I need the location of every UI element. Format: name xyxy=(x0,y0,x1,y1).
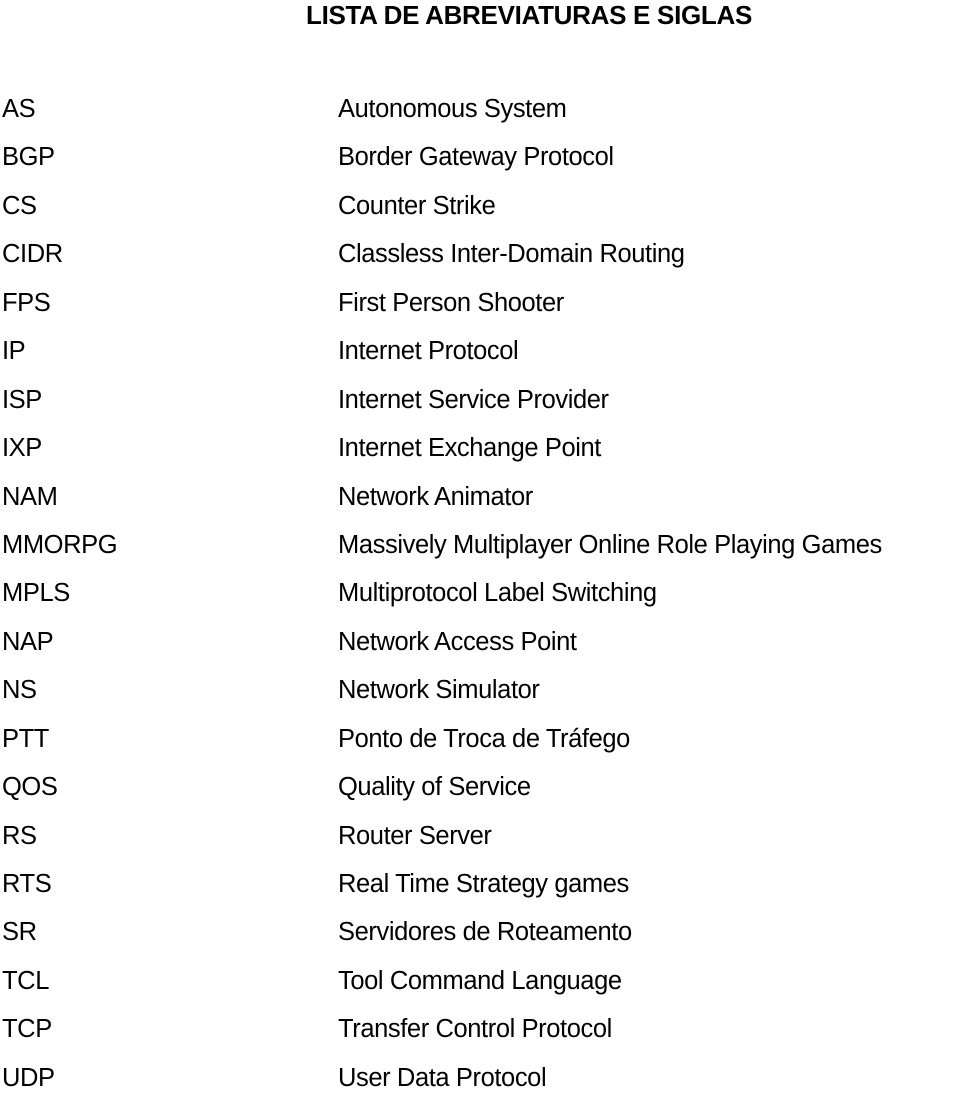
list-item: BGP Border Gateway Protocol xyxy=(0,140,960,188)
abbreviation-meaning: Border Gateway Protocol xyxy=(338,143,614,172)
list-item: NAM Network Animator xyxy=(0,480,960,528)
list-item: MPLS Multiprotocol Label Switching xyxy=(0,576,960,624)
abbreviation-meaning: Router Server xyxy=(338,821,492,850)
list-item: FPS First Person Shooter xyxy=(0,286,960,334)
abbreviation: RTS xyxy=(2,870,52,898)
abbreviation: NAM xyxy=(2,482,58,511)
list-item: UDP User Data Protocol xyxy=(0,1061,960,1109)
abbreviation-meaning: Real Time Strategy games xyxy=(338,870,629,898)
list-item: IP Internet Protocol xyxy=(0,334,960,382)
abbreviation-meaning: Multiprotocol Label Switching xyxy=(338,579,657,608)
abbreviation-meaning: Massively Multiplayer Online Role Playin… xyxy=(338,530,882,559)
abbreviation: MMORPG xyxy=(2,530,118,559)
abbreviation-meaning: Network Simulator xyxy=(338,676,540,705)
abbreviation-meaning: Internet Protocol xyxy=(338,337,519,366)
abbreviation: CS xyxy=(2,191,37,220)
abbreviation-meaning: Transfer Control Protocol xyxy=(338,1015,612,1044)
list-item: TCP Transfer Control Protocol xyxy=(0,1012,960,1060)
abbreviation-meaning: Internet Service Provider xyxy=(338,385,609,414)
abbreviation-meaning: Quality of Service xyxy=(338,773,531,802)
list-item: QOS Quality of Service xyxy=(0,770,960,818)
abbreviation: TCL xyxy=(2,966,49,995)
abbreviation-list: AS Autonomous System BGP Border Gateway Pr… xyxy=(0,92,960,1109)
abbreviation-meaning: Autonomous System xyxy=(338,95,567,123)
abbreviation: CIDR xyxy=(2,240,63,269)
list-item: RS Router Server xyxy=(0,819,960,867)
abbreviation: SR xyxy=(2,918,37,947)
abbreviation: QOS xyxy=(2,773,58,802)
abbreviation-meaning: Classless Inter-Domain Routing xyxy=(338,240,685,269)
list-item: AS Autonomous System xyxy=(0,92,960,140)
abbreviation: IP xyxy=(2,337,26,366)
list-item: RTS Real Time Strategy games xyxy=(0,867,960,915)
abbreviation: ISP xyxy=(2,385,42,414)
abbreviation-meaning: Network Access Point xyxy=(338,627,577,656)
abbreviation-meaning: Servidores de Roteamento xyxy=(338,918,632,947)
list-item: CS Counter Strike xyxy=(0,189,960,237)
abbreviation: UDP xyxy=(2,1063,55,1092)
abbreviation: NS xyxy=(2,676,37,705)
abbreviation-meaning: Internet Exchange Point xyxy=(338,434,601,463)
list-item: ISP Internet Service Provider xyxy=(0,383,960,431)
abbreviation: PTT xyxy=(2,724,49,753)
list-item: TCL Tool Command Language xyxy=(0,964,960,1012)
abbreviation: RS xyxy=(2,821,37,850)
list-item: NAP Network Access Point xyxy=(0,625,960,673)
abbreviation: FPS xyxy=(2,288,51,317)
list-item: MMORPG Massively Multiplayer Online Role … xyxy=(0,528,960,576)
abbreviation: AS xyxy=(2,95,36,123)
list-item: SR Servidores de Roteamento xyxy=(0,915,960,963)
abbreviation-meaning: Ponto de Troca de Tráfego xyxy=(338,724,630,753)
list-item: NS Network Simulator xyxy=(0,673,960,721)
abbreviation: TCP xyxy=(2,1015,52,1044)
abbreviation: MPLS xyxy=(2,579,70,608)
abbreviation-meaning: Tool Command Language xyxy=(338,966,622,995)
abbreviation-meaning: First Person Shooter xyxy=(338,288,564,317)
abbreviation: BGP xyxy=(2,143,55,172)
abbreviation-meaning: User Data Protocol xyxy=(338,1063,547,1092)
list-item: PTT Ponto de Troca de Tráfego xyxy=(0,722,960,770)
abbreviation: NAP xyxy=(2,627,54,656)
list-item: IXP Internet Exchange Point xyxy=(0,431,960,479)
page-title: LISTA DE ABREVIATURAS E SIGLAS xyxy=(305,0,753,30)
abbreviation: IXP xyxy=(2,434,42,463)
abbreviation-meaning: Network Animator xyxy=(338,482,533,511)
list-item: CIDR Classless Inter-Domain Routing xyxy=(0,237,960,285)
abbreviation-meaning: Counter Strike xyxy=(338,191,496,220)
